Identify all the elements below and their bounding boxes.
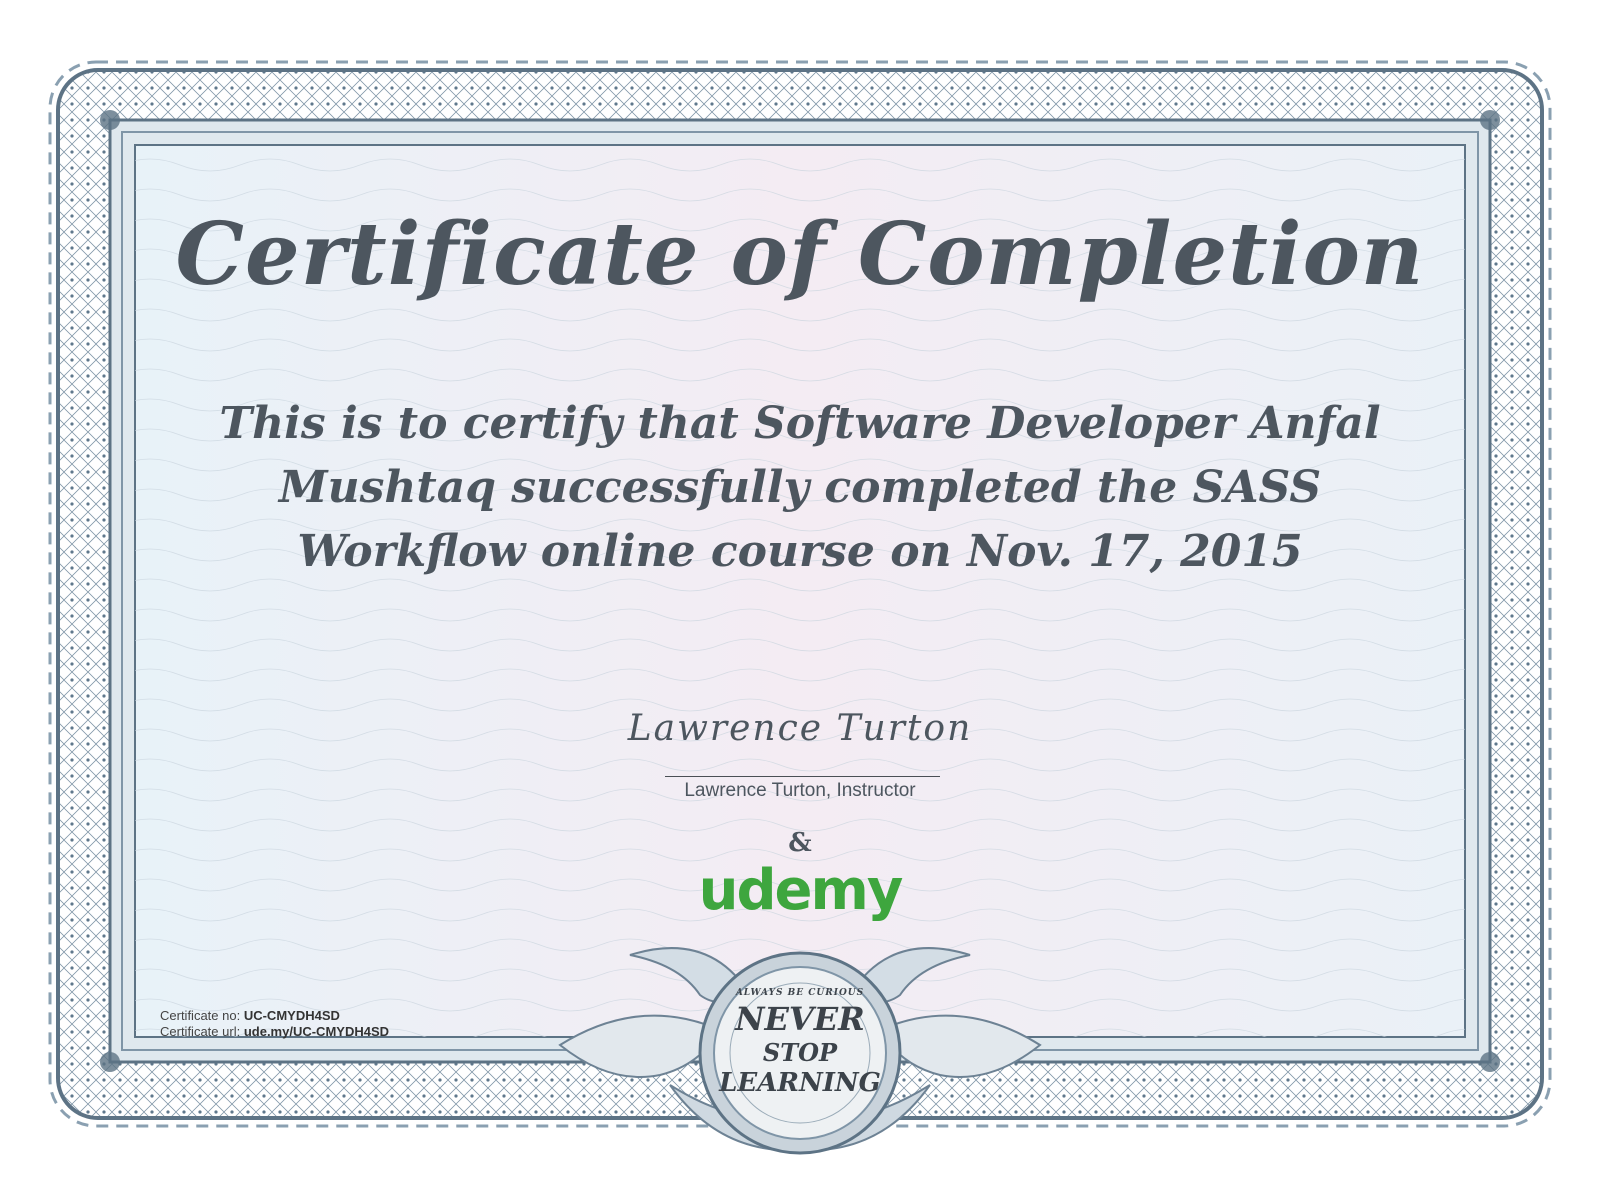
signature-line — [665, 776, 940, 777]
signer-caption: Lawrence Turton, Instructor — [684, 780, 916, 801]
seal-word-learning: LEARNING — [719, 1068, 881, 1098]
certificate-title: Certificate of Completion — [175, 204, 1425, 305]
cert-no-row: Certificate no: UC-CMYDH4SD — [160, 1008, 389, 1024]
udemy-logo: udemy — [698, 858, 904, 923]
instructor-signature: Lawrence Turton — [627, 708, 973, 749]
cert-no-label: Certificate no: — [160, 1008, 241, 1023]
cert-url-label: Certificate url: — [160, 1024, 241, 1039]
cert-no-value: UC-CMYDH4SD — [243, 1008, 340, 1023]
cert-url-value[interactable]: ude.my/UC-CMYDH4SD — [244, 1024, 389, 1039]
seal-tagline: ALWAYS BE CURIOUS — [735, 988, 865, 998]
seal-word-stop: STOP — [762, 1038, 838, 1067]
seal-word-never: NEVER — [735, 1000, 865, 1038]
certificate-statement: This is to certify that Software Develop… — [219, 398, 1381, 577]
cert-url-row: Certificate url: ude.my/UC-CMYDH4SD — [160, 1024, 389, 1040]
ampersand: & — [788, 828, 812, 858]
certificate-page: Certificate of Completion This is to cer… — [0, 0, 1600, 1194]
certificate-info: Certificate no: UC-CMYDH4SD Certificate … — [160, 1008, 389, 1040]
